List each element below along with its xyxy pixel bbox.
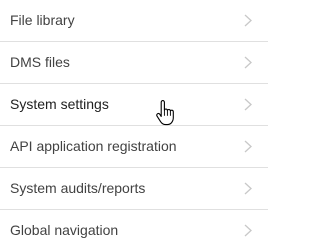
- menu-item-label: DMS files: [10, 54, 70, 70]
- chevron-right-icon: [244, 224, 252, 237]
- menu-item-api-application-registration[interactable]: API application registration: [0, 126, 268, 168]
- chevron-right-icon: [244, 56, 252, 69]
- menu-item-file-library[interactable]: File library: [0, 0, 268, 42]
- menu-item-dms-files[interactable]: DMS files: [0, 42, 268, 84]
- chevron-right-icon: [244, 98, 252, 111]
- settings-menu: File library DMS files System settings A…: [0, 0, 268, 251]
- menu-item-global-navigation[interactable]: Global navigation: [0, 210, 268, 251]
- chevron-right-icon: [244, 182, 252, 195]
- menu-item-system-settings[interactable]: System settings: [0, 84, 268, 126]
- menu-item-label: API application registration: [10, 138, 177, 154]
- menu-item-label: System audits/reports: [10, 180, 146, 196]
- menu-item-system-audits-reports[interactable]: System audits/reports: [0, 168, 268, 210]
- menu-item-label: System settings: [10, 96, 109, 112]
- menu-item-label: Global navigation: [10, 222, 119, 238]
- chevron-right-icon: [244, 14, 252, 27]
- menu-item-label: File library: [10, 12, 75, 28]
- chevron-right-icon: [244, 140, 252, 153]
